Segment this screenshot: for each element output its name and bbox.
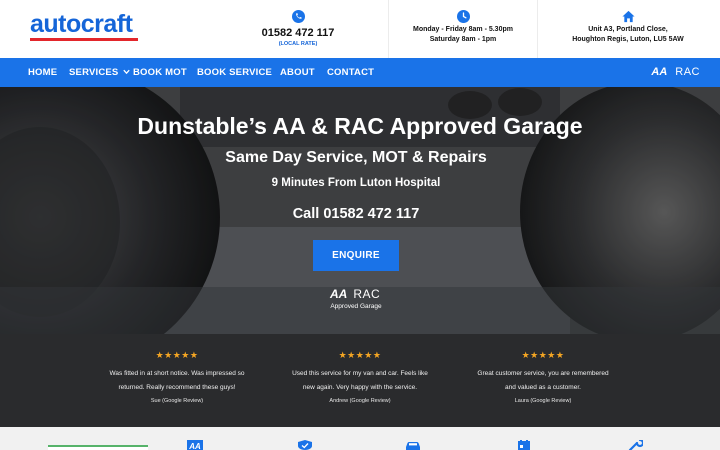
feature-card[interactable] (48, 445, 148, 450)
logo-text: autocraft (30, 10, 133, 38)
header-phone-number[interactable]: 01582 472 117 (250, 27, 346, 40)
review-author: Andrew (Google Review) (329, 398, 391, 404)
calendar-icon (518, 440, 530, 450)
review-text: Used this service for my van and car. Fe… (275, 367, 445, 395)
car-icon (406, 442, 420, 450)
wrench-icon (628, 440, 643, 450)
review-line: and valued as a customer. (505, 384, 581, 391)
nav-accreditation-logos: AA RAC (651, 65, 700, 79)
clock-icon (456, 10, 470, 23)
address-line-1: Unit A3, Portland Close, (588, 26, 668, 33)
nav-home[interactable]: HOME (28, 67, 57, 78)
hero-call-text[interactable]: Call 01582 472 117 (0, 206, 712, 222)
rac-logo: RAC (353, 287, 381, 301)
review-line: Used this service for my van and car. Fe… (292, 370, 428, 377)
aa-logo: AA (651, 66, 668, 78)
review-line: Great customer service, you are remember… (477, 370, 609, 377)
phone-icon (291, 10, 305, 23)
nav-services-label: SERVICES (69, 67, 119, 78)
chevron-down-icon (123, 70, 131, 75)
header-hours: Monday - Friday 8am - 5.30pm Saturday 8a… (388, 0, 538, 58)
hero-subtitle: Same Day Service, MOT & Repairs (225, 149, 487, 166)
nav-book-service[interactable]: BOOK SERVICE (197, 67, 272, 78)
header-phone-note: (LOCAL RATE) (278, 41, 318, 47)
main-nav: HOME SERVICES BOOK MOT BOOK SERVICE ABOU… (0, 58, 720, 87)
nav-book-mot[interactable]: BOOK MOT (133, 67, 187, 78)
review-card: ★★★★★ Used this service for my van and c… (275, 334, 445, 404)
rac-logo: RAC (675, 66, 700, 78)
review-line: new again. Very happy with the service. (302, 384, 418, 391)
home-icon (621, 10, 635, 23)
review-author: Laura (Google Review) (514, 398, 572, 404)
review-card: ★★★★★ Great customer service, you are re… (458, 334, 628, 404)
top-header: autocraft 01582 472 117 (LOCAL RATE) Mon… (0, 0, 720, 58)
hours-weekday: Monday - Friday 8am - 5.30pm (413, 26, 513, 33)
review-text: Was fitted in at short notice. Was impre… (92, 367, 262, 395)
review-author: Sue (Google Review) (150, 398, 204, 404)
hero-accreditation-logos: AA RAC (330, 287, 380, 301)
star-rating: ★★★★★ (521, 350, 565, 360)
review-text: Great customer service, you are remember… (458, 367, 628, 395)
shield-check-icon (298, 440, 312, 450)
hero-banner: Dunstable’s AA & RAC Approved Garage Sam… (0, 87, 720, 334)
nav-services[interactable]: SERVICES (69, 67, 131, 78)
logo-underline (30, 38, 138, 41)
autocraft-logo[interactable]: autocraft (30, 11, 138, 41)
approved-garage-label: Approved Garage (330, 303, 382, 310)
star-rating: ★★★★★ (338, 350, 382, 360)
header-address: Unit A3, Portland Close, Houghton Regis,… (556, 0, 700, 58)
svg-text:AA: AA (188, 442, 201, 450)
review-line: Was fitted in at short notice. Was impre… (109, 370, 245, 377)
aa-badge-icon: AA (187, 440, 203, 450)
reviews-strip: ★★★★★ Was fitted in at short notice. Was… (0, 334, 720, 427)
aa-logo: AA (330, 287, 348, 301)
nav-about[interactable]: ABOUT (280, 67, 315, 78)
features-strip: AA (0, 427, 720, 450)
address-line-2: Houghton Regis, Luton, LU5 5AW (572, 36, 684, 43)
star-rating: ★★★★★ (155, 350, 199, 360)
hero-title: Dunstable’s AA & RAC Approved Garage (137, 113, 583, 139)
review-card: ★★★★★ Was fitted in at short notice. Was… (92, 334, 262, 404)
enquire-button[interactable]: ENQUIRE (313, 240, 399, 271)
hours-saturday: Saturday 8am - 1pm (429, 36, 497, 43)
hero-tagline: 9 Minutes From Luton Hospital (271, 177, 441, 189)
nav-contact[interactable]: CONTACT (327, 67, 374, 78)
review-line: returned. Really recommend these guys! (118, 384, 236, 391)
header-phone[interactable]: 01582 472 117 (LOCAL RATE) (250, 0, 346, 58)
